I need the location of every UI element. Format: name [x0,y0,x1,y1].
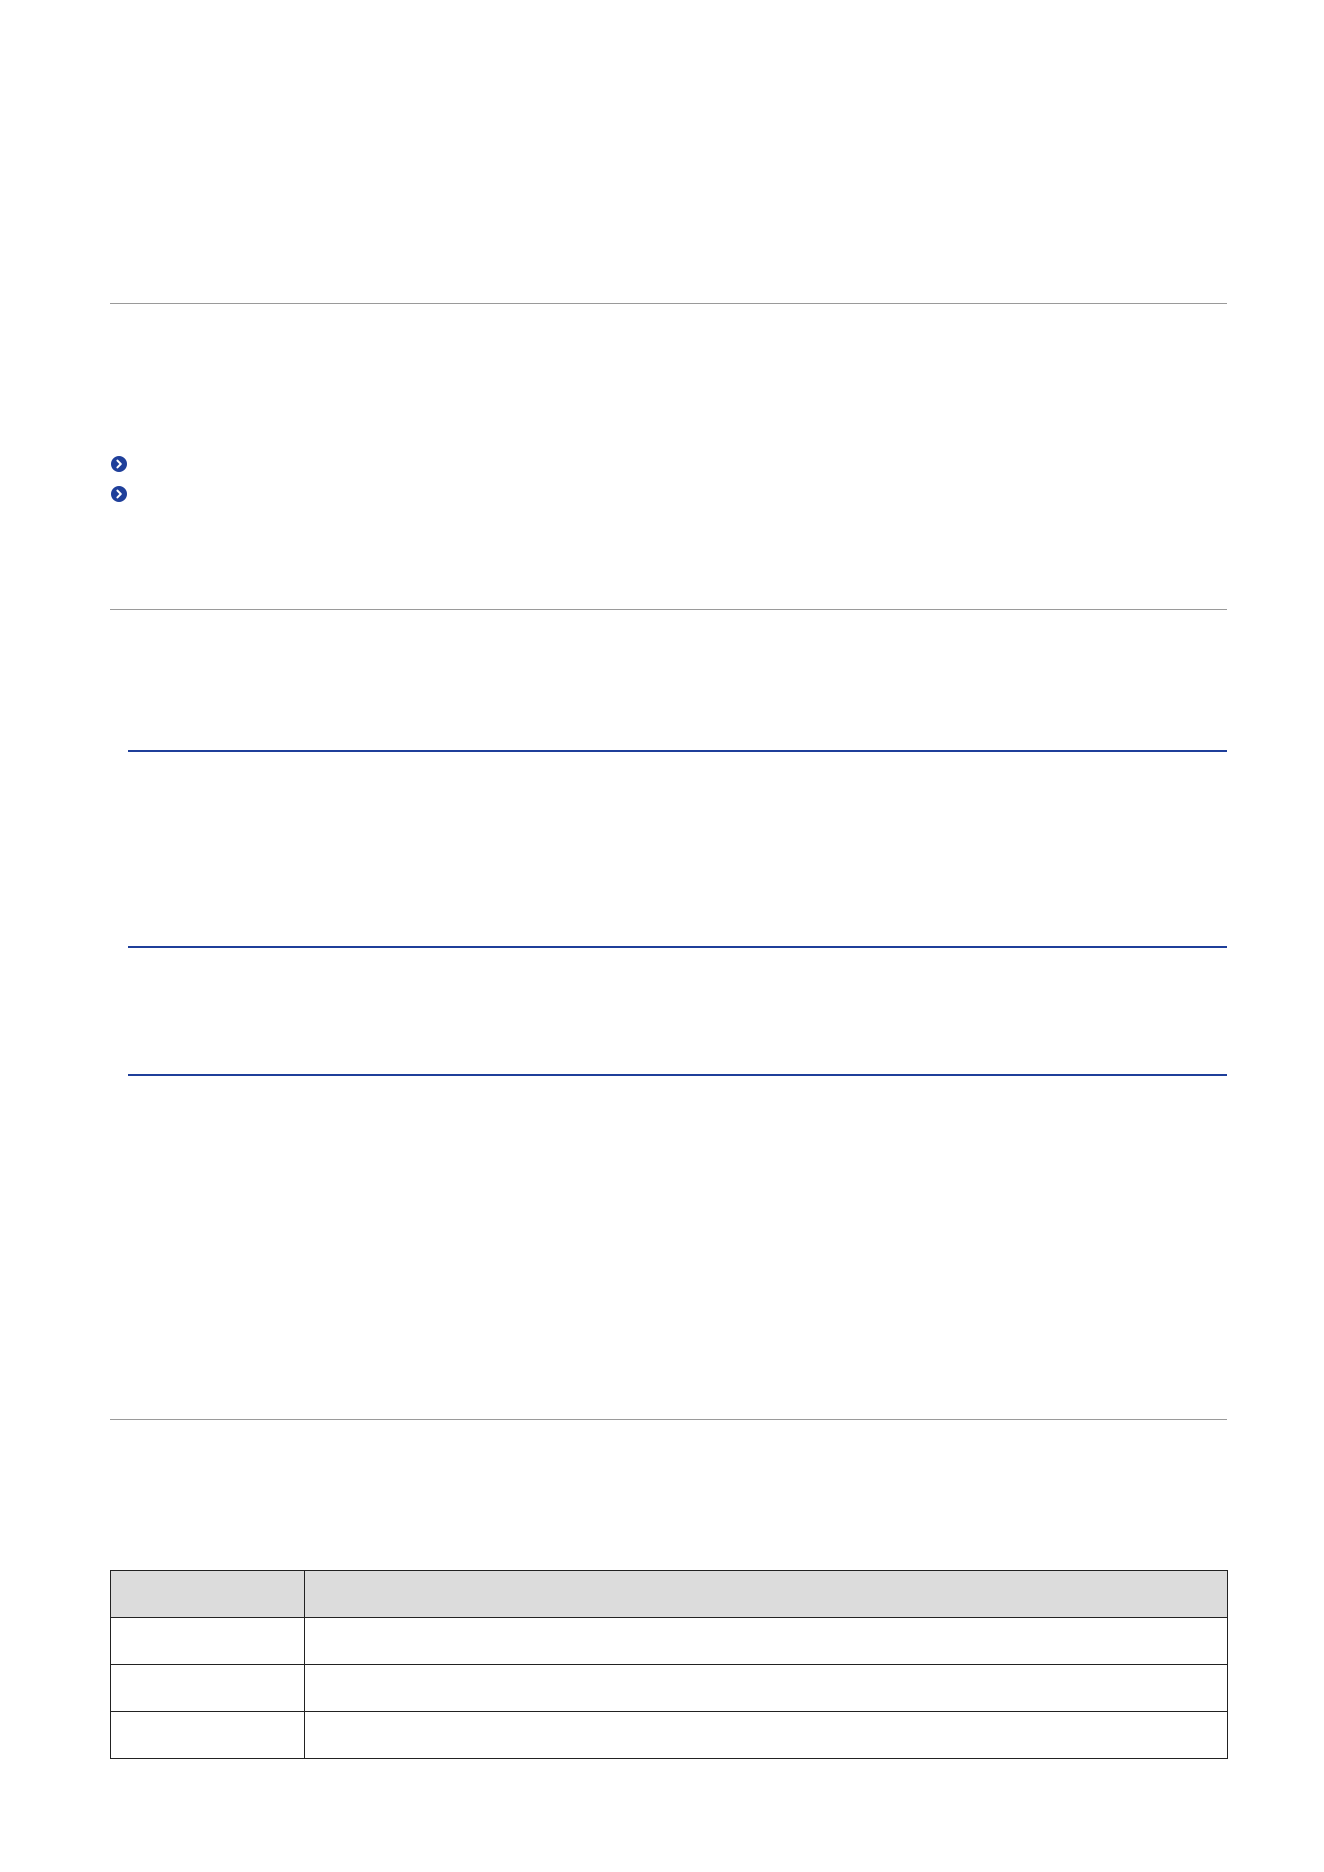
table-row [110,1711,1228,1759]
table-header-row [110,1570,1228,1618]
table-cell [304,1711,1228,1759]
chevron-circle-right-icon [111,486,127,502]
subsection-divider [128,946,1227,948]
section-divider [110,1419,1227,1420]
table-row [110,1664,1228,1712]
link-list-item[interactable] [111,449,1211,479]
link-list [111,449,1211,509]
table-cell [304,1617,1228,1665]
table-cell [110,1617,305,1665]
column-header [304,1570,1228,1618]
chevron-circle-right-icon [111,456,127,472]
column-header [110,1570,305,1618]
section-divider [110,303,1227,304]
subsection-divider [128,750,1227,752]
table-cell [110,1711,305,1759]
link-list-item[interactable] [111,479,1211,509]
table-cell [110,1664,305,1712]
data-table [110,1570,1228,1759]
document-page [0,0,1324,1872]
table-cell [304,1664,1228,1712]
table-row [110,1617,1228,1665]
subsection-divider [128,1074,1227,1076]
section-divider [110,609,1227,610]
